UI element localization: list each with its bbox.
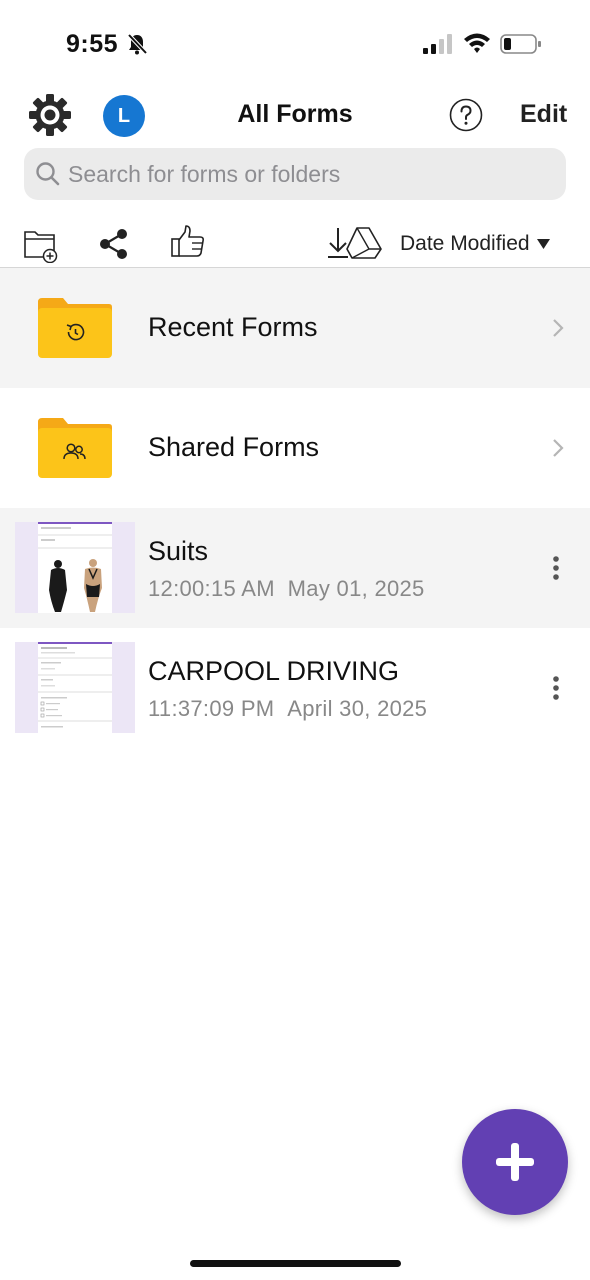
folder-title: Shared Forms [148,432,320,462]
folder-title: Recent Forms [148,312,318,342]
signal-icon [423,34,452,54]
sort-label: Date Modified [400,232,530,255]
add-form-button[interactable] [462,1109,568,1215]
toolbar: Date Modified [0,222,590,268]
thumbs-up-icon[interactable] [170,224,206,260]
form-row[interactable]: Suits 12:00:15 AM May 01, 2025 [0,508,590,628]
battery-icon [500,34,541,54]
plus-icon [496,1143,534,1181]
form-time: 12:00:15 AM [148,576,275,601]
bell-slash-icon [127,33,148,55]
form-row[interactable]: CARPOOL DRIVING 11:37:09 PM April 30, 20… [0,628,590,748]
shared-folder-icon [38,418,112,478]
wifi-icon [464,33,490,53]
gear-icon[interactable] [27,92,73,138]
form-modified: 12:00:15 AM May 01, 2025 [148,576,425,602]
avatar[interactable]: L [103,95,145,137]
status-bar: 9:55 [0,0,590,88]
folder-row-recent[interactable]: Recent Forms [0,268,590,388]
form-preview-image [38,642,112,728]
search-bar [24,148,566,200]
chevron-right-icon [553,439,564,457]
help-icon[interactable] [449,98,483,132]
form-title: CARPOOL DRIVING [148,656,400,686]
top-bar: L All Forms Edit [0,88,590,144]
form-thumbnail [15,642,135,733]
status-time: 9:55 [66,30,119,58]
home-indicator[interactable] [190,1260,401,1267]
folder-row-shared[interactable]: Shared Forms [0,388,590,508]
share-icon[interactable] [98,228,130,260]
caret-down-icon [536,239,550,249]
more-options-icon[interactable] [550,555,562,581]
form-title: Suits [148,536,209,566]
form-date: April 30, 2025 [287,696,428,721]
edit-button[interactable]: Edit [520,100,567,129]
page-title: All Forms [237,100,353,128]
chevron-right-icon [553,319,564,337]
avatar-initial: L [117,104,131,127]
form-thumbnail [15,522,135,613]
more-options-icon[interactable] [550,675,562,701]
search-icon [36,162,60,186]
form-preview-image [38,522,112,612]
download-drive-icon[interactable] [326,226,384,260]
sort-dropdown[interactable]: Date Modified [400,232,550,256]
form-date: May 01, 2025 [287,576,425,601]
form-modified: 11:37:09 PM April 30, 2025 [148,696,427,722]
new-folder-icon[interactable] [23,227,59,263]
search-input[interactable] [68,148,548,200]
recent-folder-icon [38,298,112,358]
form-time: 11:37:09 PM [148,696,275,721]
